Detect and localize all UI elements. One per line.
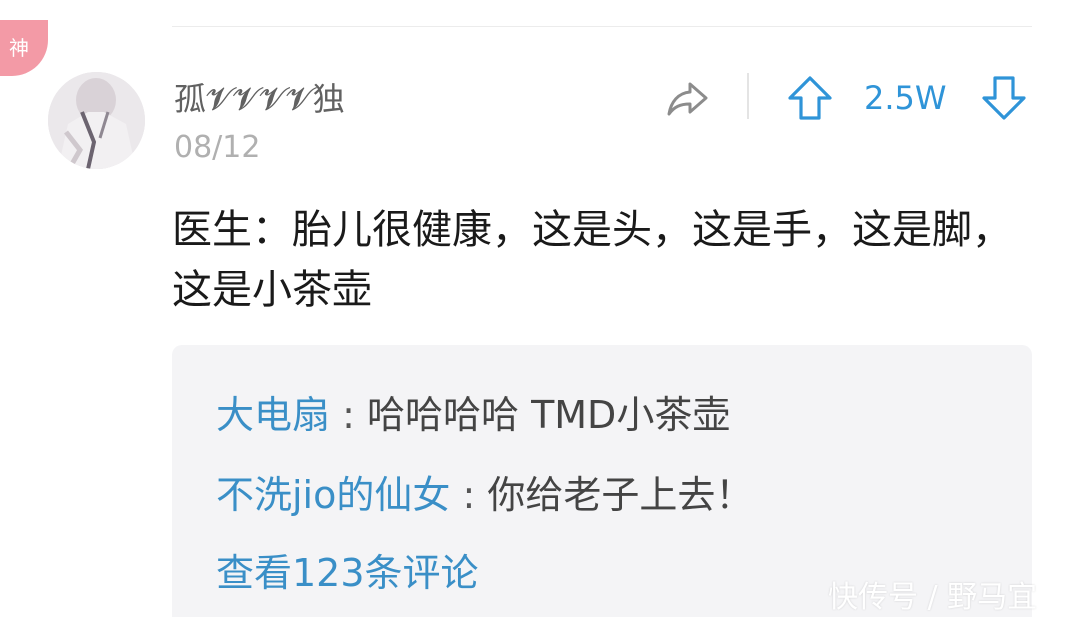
hot-comments-panel: 大电扇 : 哈哈哈哈 TMD小茶壶 不洗jio的仙女 : 你给老子上去！ 查看1… <box>172 345 1032 617</box>
comment-separator: : <box>330 393 367 437</box>
comment-text: 你给老子上去！ <box>487 473 754 517</box>
god-comment-badge: 神 <box>0 20 48 76</box>
post-card: 神 孤𝓥𝓥𝓥𝓥独 08/12 2.5W 医生：胎儿很健康，这是头，这是手，这是脚… <box>0 0 1080 617</box>
arrow-up-icon[interactable] <box>786 74 834 122</box>
comment-text: 哈哈哈哈 TMD小茶壶 <box>366 393 731 437</box>
comment-item[interactable]: 大电扇 : 哈哈哈哈 TMD小茶壶 <box>216 389 730 441</box>
comment-author[interactable]: 大电扇 <box>216 393 330 437</box>
username[interactable]: 孤𝓥𝓥𝓥𝓥独 <box>174 78 345 120</box>
action-separator <box>747 73 749 119</box>
comment-separator: : <box>450 473 488 517</box>
arrow-down-icon[interactable] <box>980 74 1028 122</box>
post-body: 医生：胎儿很健康，这是头，这是手，这是脚，这是小茶壶 <box>172 207 1012 313</box>
vote-count: 2.5W <box>864 79 947 117</box>
avatar-image <box>48 72 145 169</box>
comment-author[interactable]: 不洗jio的仙女 <box>216 473 450 517</box>
post-date: 08/12 <box>174 130 261 165</box>
view-all-comments-link[interactable]: 查看123条评论 <box>216 547 479 599</box>
comment-item[interactable]: 不洗jio的仙女 : 你给老子上去！ <box>216 469 753 521</box>
badge-label: 神 <box>9 36 29 60</box>
share-arrow-icon[interactable] <box>664 74 712 122</box>
divider <box>172 26 1032 27</box>
watermark: 快传号 / 野马宜 <box>828 580 1038 615</box>
avatar[interactable] <box>48 72 145 169</box>
